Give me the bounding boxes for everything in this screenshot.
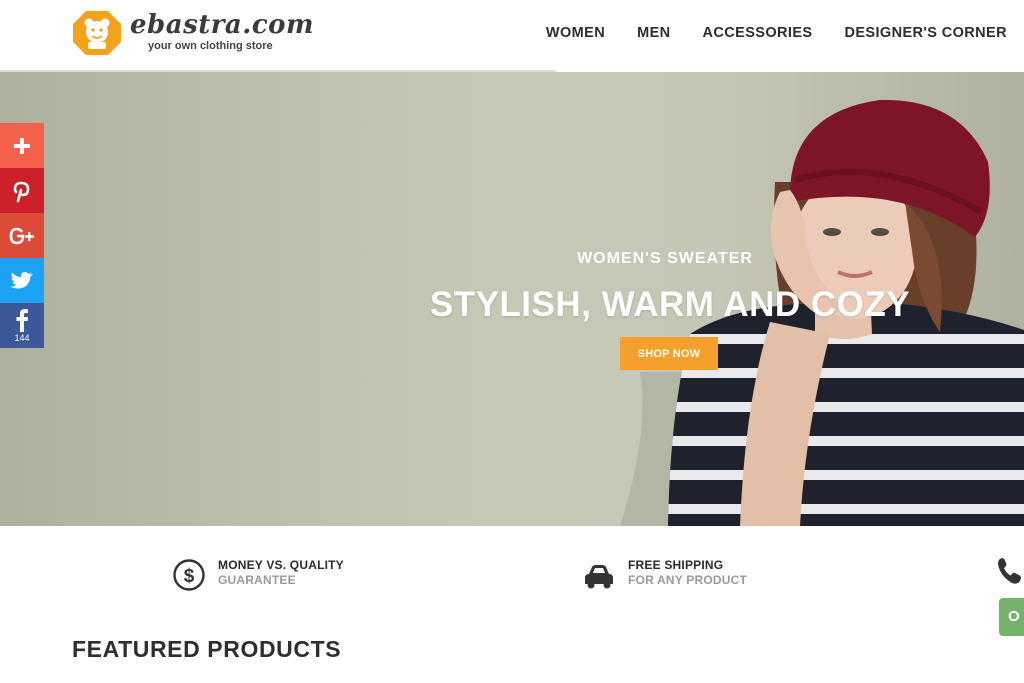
nav-item-women[interactable]: WOMEN [546,25,605,41]
plus-icon [14,137,30,154]
brand-name: ebastra.com [130,10,314,40]
google-plus-icon [9,227,34,244]
facebook-share-count: 144 [14,333,30,343]
social-share-bar: 144 [0,123,44,348]
logo-badge-icon [73,11,121,55]
logo[interactable]: ebastra.com your own clothing store [70,8,314,60]
share-facebook-button[interactable]: 144 [0,303,44,348]
feature-money-quality: $ MONEY VS. QUALITY GUARANTEE [172,558,344,592]
share-twitter-button[interactable] [0,258,44,303]
feature-money-quality-text: MONEY VS. QUALITY GUARANTEE [218,558,344,587]
dollar-icon: $ [173,559,205,591]
nav-item-accessories[interactable]: ACCESSORIES [703,25,813,41]
twitter-icon [10,271,33,288]
hero-headline: STYLISH, WARM AND COZY [429,285,911,324]
hero-banner: WOMEN'S SWEATER STYLISH, WARM AND COZY S… [0,72,1024,526]
hero-eyebrow: WOMEN'S SWEATER [577,250,753,267]
chat-tab[interactable]: O [999,598,1024,636]
phone-icon [998,557,1021,584]
svg-text:$: $ [184,566,195,587]
nav-item-designers-corner[interactable]: DESIGNER'S CORNER [844,25,1007,41]
share-google-plus-button[interactable] [0,213,44,258]
feature-title: FREE SHIPPING [628,558,724,572]
feature-title: MONEY VS. QUALITY [218,558,344,572]
feature-free-shipping: FREE SHIPPING FOR ANY PRODUCT [582,558,747,592]
main-nav: WOMEN MEN ACCESSORIES DESIGNER'S CORNER [546,0,1024,66]
shop-now-button[interactable]: SHOP NOW [620,337,718,370]
share-pinterest-button[interactable] [0,168,44,213]
share-more-button[interactable] [0,123,44,168]
feature-subtitle: GUARANTEE [218,573,296,587]
brand-tagline: your own clothing store [148,40,273,52]
featured-products-title: FEATURED PRODUCTS [72,636,342,662]
nav-item-men[interactable]: MEN [637,25,670,41]
feature-subtitle: FOR ANY PRODUCT [628,573,748,587]
car-icon [585,565,613,589]
facebook-icon [16,309,28,332]
site-header: ebastra.com your own clothing store WOME… [0,0,1024,70]
feature-free-shipping-text: FREE SHIPPING FOR ANY PRODUCT [628,558,747,587]
pinterest-icon [13,181,30,202]
